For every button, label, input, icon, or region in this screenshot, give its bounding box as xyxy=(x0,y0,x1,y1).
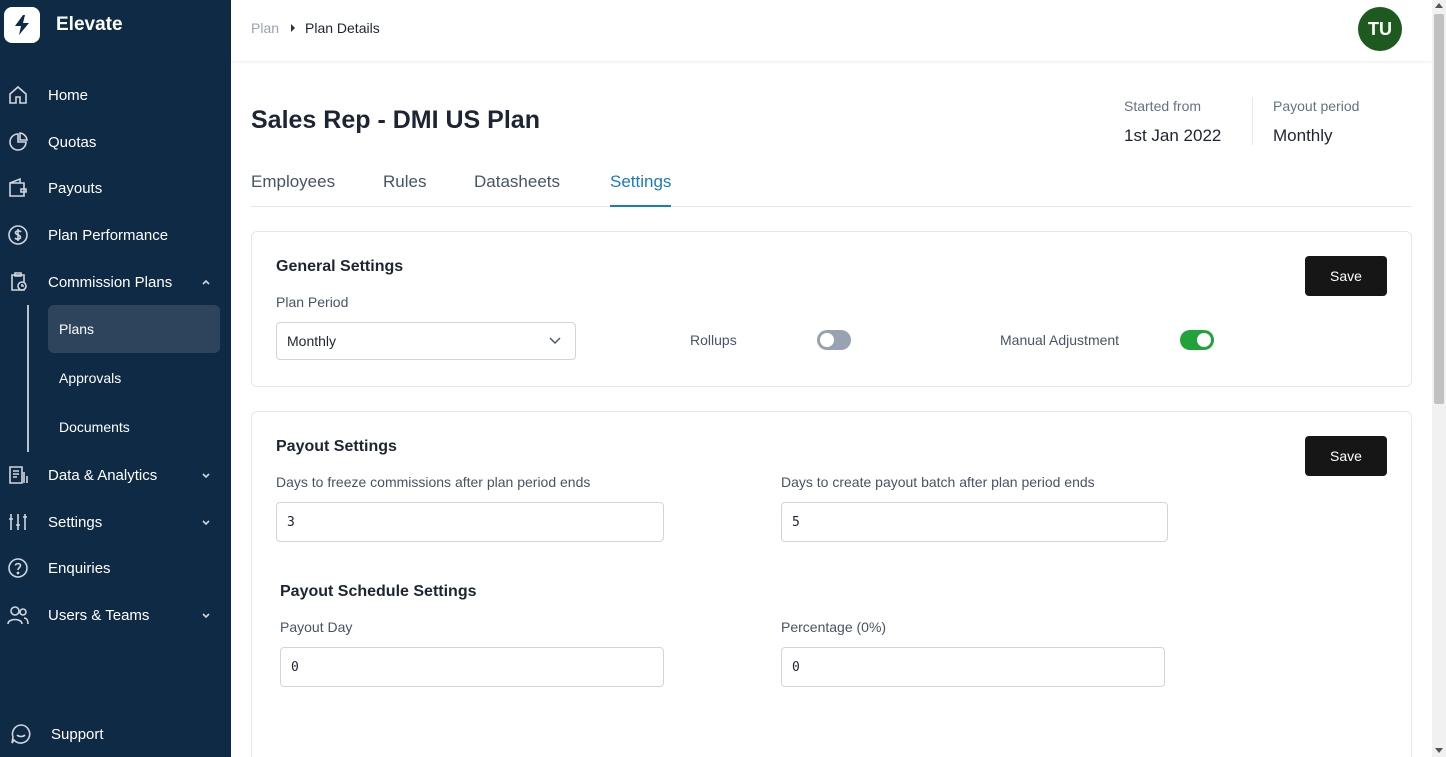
plan-period-select[interactable]: Monthly xyxy=(276,322,576,360)
chat-icon xyxy=(11,724,31,744)
payout-day-input[interactable] xyxy=(280,647,664,687)
sidebar-item-label: Users & Teams xyxy=(48,606,150,624)
sidebar-item-plan-performance[interactable]: Plan Performance xyxy=(0,215,231,255)
scrollbar-thumb[interactable] xyxy=(1434,14,1444,404)
sidebar-subitem-label: Documents xyxy=(59,419,130,435)
scrollbar[interactable] xyxy=(1432,0,1446,757)
sidebar-item-label: Settings xyxy=(48,513,103,531)
sidebar-subitem-approvals[interactable]: Approvals xyxy=(48,354,220,402)
sidebar-support[interactable]: Support xyxy=(0,714,231,754)
sidebar-support-label: Support xyxy=(51,725,104,743)
scroll-up-arrow-icon[interactable] xyxy=(1435,3,1443,8)
avatar[interactable]: TU xyxy=(1358,7,1402,51)
tab-bar: Employees Rules Datasheets Settings xyxy=(251,170,1412,207)
tab-settings[interactable]: Settings xyxy=(610,172,672,207)
sidebar-item-commission-plans[interactable]: Commission Plans xyxy=(0,262,231,302)
sidebar-subitem-label: Plans xyxy=(59,321,95,337)
tab-rules[interactable]: Rules xyxy=(383,172,426,207)
sidebar-item-settings[interactable]: Settings xyxy=(0,502,231,542)
sidebar-subitem-plans[interactable]: Plans xyxy=(48,305,220,353)
sidebar-item-home[interactable]: Home xyxy=(0,75,231,115)
batch-days-input[interactable] xyxy=(781,502,1168,542)
percentage-input[interactable] xyxy=(781,647,1165,687)
breadcrumb-plan[interactable]: Plan xyxy=(251,20,279,36)
sliders-icon xyxy=(9,514,27,530)
tab-employees[interactable]: Employees xyxy=(251,172,335,207)
payout-day-label: Payout Day xyxy=(280,619,353,635)
freeze-days-input[interactable] xyxy=(276,502,664,542)
tab-datasheets[interactable]: Datasheets xyxy=(474,172,560,207)
sidebar-item-payouts[interactable]: Payouts xyxy=(0,168,231,208)
sidebar-item-label: Commission Plans xyxy=(48,273,173,291)
sidebar-subitem-label: Approvals xyxy=(59,370,122,386)
chevron-up-icon xyxy=(202,279,210,285)
dollar-circle-icon xyxy=(8,225,28,245)
topbar: Plan Plan Details TU xyxy=(231,0,1432,61)
submenu-line xyxy=(27,305,29,452)
freeze-days-label: Days to freeze commissions after plan pe… xyxy=(276,474,591,490)
sidebar: Elevate Home Quotas Payouts Plan Perform… xyxy=(0,0,231,757)
rollups-toggle[interactable] xyxy=(817,330,851,350)
sidebar-item-users-teams[interactable]: Users & Teams xyxy=(0,595,231,635)
plan-period-value: Monthly xyxy=(287,333,337,349)
chevron-down-icon xyxy=(202,613,210,619)
meta-divider xyxy=(1252,97,1253,145)
lightning-logo-icon xyxy=(4,7,40,43)
chevron-down-icon xyxy=(202,473,210,479)
general-settings-title: General Settings xyxy=(276,258,404,275)
clipboard-icon xyxy=(11,272,27,291)
sidebar-subitem-documents[interactable]: Documents xyxy=(48,403,220,451)
sidebar-item-enquiries[interactable]: Enquiries xyxy=(0,548,231,588)
chevron-down-icon xyxy=(549,337,561,344)
payout-settings-card: Payout Settings Save Days to freeze comm… xyxy=(251,411,1412,757)
plan-period-label: Plan Period xyxy=(276,294,349,310)
manual-adjustment-toggle[interactable] xyxy=(1180,330,1214,350)
sidebar-item-data-analytics[interactable]: Data & Analytics xyxy=(0,455,231,495)
brand[interactable]: Elevate xyxy=(4,7,123,43)
help-circle-icon xyxy=(8,558,28,578)
save-general-button[interactable]: Save xyxy=(1305,256,1387,296)
home-icon xyxy=(9,85,27,104)
wallet-icon xyxy=(9,177,27,197)
general-settings-card: General Settings Save Plan Period Monthl… xyxy=(251,231,1412,387)
sidebar-item-label: Data & Analytics xyxy=(48,466,158,484)
breadcrumb-separator-icon xyxy=(291,24,295,32)
save-payout-button[interactable]: Save xyxy=(1305,436,1387,476)
payout-period-value: Monthly xyxy=(1273,126,1333,145)
sidebar-item-quotas[interactable]: Quotas xyxy=(0,122,231,162)
users-icon xyxy=(7,606,29,625)
sidebar-item-label: Home xyxy=(48,86,89,104)
chevron-down-icon xyxy=(202,520,210,526)
toggle-knob xyxy=(820,333,834,347)
breadcrumb-plan-details: Plan Details xyxy=(305,20,380,36)
started-from-value: 1st Jan 2022 xyxy=(1124,126,1222,145)
sidebar-item-label: Plan Performance xyxy=(48,226,169,244)
rollups-label: Rollups xyxy=(690,332,737,348)
payout-period-label: Payout period xyxy=(1273,98,1360,114)
percentage-label: Percentage (0%) xyxy=(781,619,887,635)
sidebar-item-label: Payouts xyxy=(48,179,103,197)
sidebar-item-label: Quotas xyxy=(48,133,97,151)
scroll-down-arrow-icon[interactable] xyxy=(1435,748,1443,753)
payout-settings-title: Payout Settings xyxy=(276,438,397,455)
batch-days-label: Days to create payout batch after plan p… xyxy=(781,474,1095,490)
toggle-knob xyxy=(1197,333,1211,347)
page-title: Sales Rep - DMI US Plan xyxy=(251,106,540,134)
document-chart-icon xyxy=(9,466,28,484)
sidebar-item-label: Enquiries xyxy=(48,559,111,577)
started-from-label: Started from xyxy=(1124,98,1202,114)
app-name: Elevate xyxy=(56,14,123,35)
pie-chart-icon xyxy=(9,132,28,151)
manual-adjustment-label: Manual Adjustment xyxy=(1000,332,1120,348)
payout-schedule-title: Payout Schedule Settings xyxy=(280,583,477,600)
